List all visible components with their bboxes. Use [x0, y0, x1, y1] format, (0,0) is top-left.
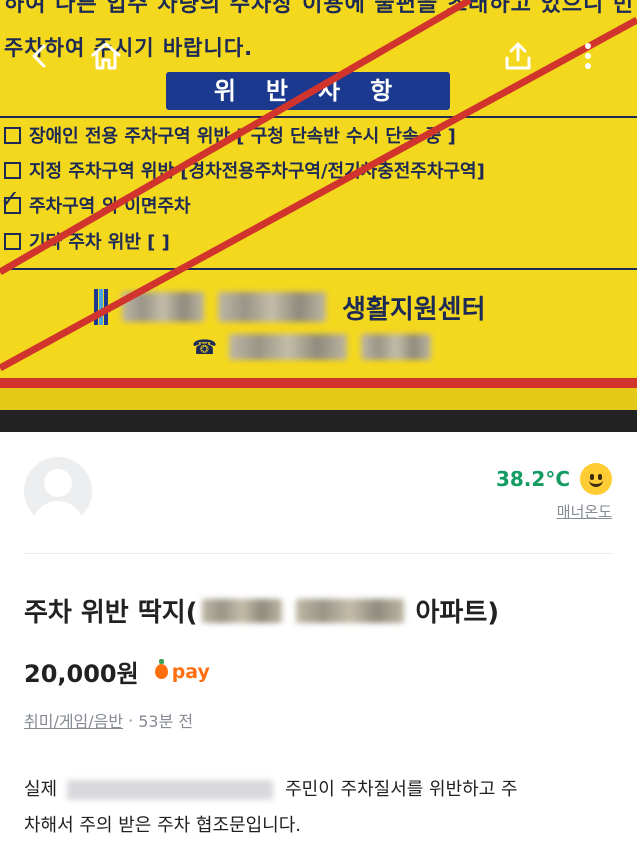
- listing-meta: 취미/게임/음반 · 53분 전: [24, 708, 193, 732]
- product-photo[interactable]: 하여 다른 입주 차량의 주차장 이용에 불편을 초래하고 있으니 빈 주차하여…: [0, 0, 637, 432]
- blurred-text: [67, 780, 274, 800]
- blurred-text: [201, 598, 282, 623]
- temperature-value: 38.2°C: [495, 467, 570, 491]
- home-icon: [91, 42, 121, 70]
- title-prefix: 주차 위반 딱지(: [24, 598, 198, 628]
- listing-description: 실제 주민이 주차질서를 위반하고 주 차해서 주의 받은 주차 협조문입니다.: [24, 772, 609, 844]
- seller-profile[interactable]: 38.2°C 매너온도: [24, 457, 614, 529]
- manner-temperature-link[interactable]: 매너온도: [557, 501, 612, 522]
- avatar-body: [32, 501, 84, 525]
- avatar-head: [44, 469, 72, 497]
- description-line: 실제 주민이 주차질서를 위반하고 주: [24, 772, 609, 808]
- posted-time: 53분 전: [138, 712, 194, 731]
- meta-separator: ·: [128, 710, 134, 730]
- smiley-face-icon: [580, 463, 612, 495]
- avatar[interactable]: [24, 457, 92, 525]
- share-button[interactable]: [498, 36, 538, 76]
- manner-temperature[interactable]: 38.2°C: [496, 463, 612, 495]
- desc-line1-suffix: 주민이 주차질서를 위반하고 주: [285, 779, 518, 800]
- price: 20,000원: [24, 660, 139, 688]
- desc-line2: 차해서 주의 받은 주차 협조문입니다.: [24, 815, 302, 836]
- carrot-pay-badge: pay: [154, 659, 210, 683]
- back-arrow-icon: [32, 44, 46, 68]
- description-line: 차해서 주의 받은 주차 협조문입니다.: [24, 808, 609, 844]
- pay-label: pay: [171, 660, 210, 683]
- home-button[interactable]: [86, 36, 126, 76]
- carrot-icon: [154, 659, 168, 679]
- price-row: 20,000원 pay: [24, 654, 210, 689]
- category-link[interactable]: 취미/게임/음반: [24, 708, 123, 732]
- blurred-text: [295, 598, 404, 623]
- divider: [24, 553, 613, 554]
- more-button[interactable]: [568, 36, 608, 76]
- back-button[interactable]: [20, 36, 60, 76]
- listing-title: 주차 위반 딱지( 아파트): [24, 592, 499, 629]
- more-vertical-icon: [585, 43, 591, 69]
- desc-prefix: 실제: [24, 779, 58, 800]
- title-suffix: 아파트): [415, 598, 500, 628]
- share-icon: [505, 42, 531, 70]
